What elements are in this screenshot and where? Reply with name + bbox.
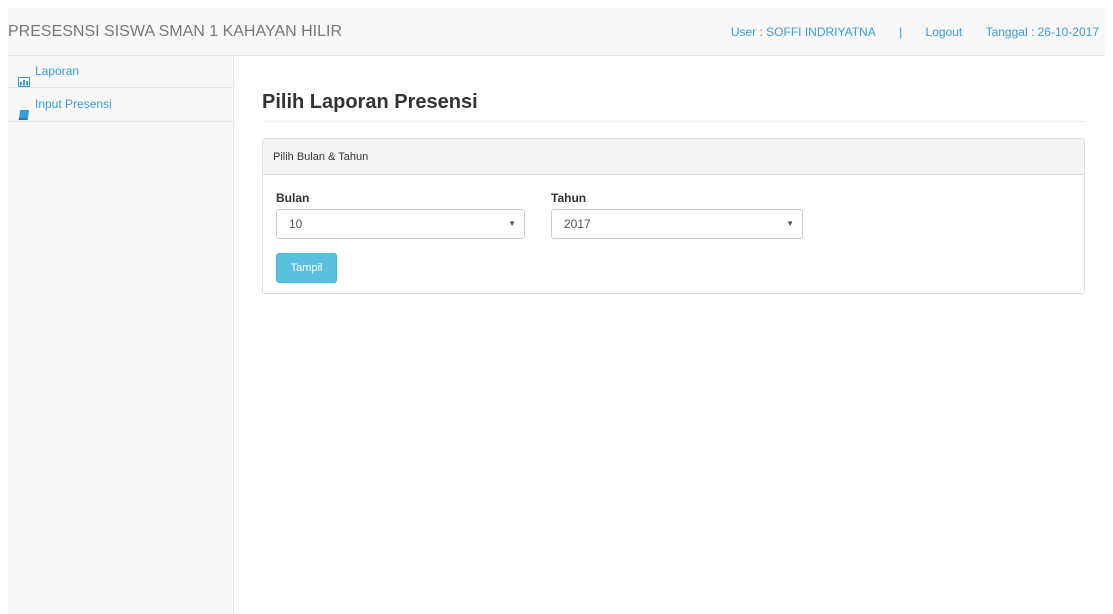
current-date: Tanggal : 26-10-2017 (985, 25, 1099, 39)
sidebar-item-input-presensi[interactable]: Input Presensi (8, 88, 233, 122)
year-label: Tahun (551, 191, 587, 205)
year-select[interactable]: 2017 ▼ (551, 209, 803, 239)
chart-icon (18, 67, 30, 87)
panel-heading: Pilih Bulan & Tahun (263, 139, 1084, 175)
top-navbar: PRESESNSI SISWA SMAN 1 KAHAYAN HILIR Use… (8, 8, 1105, 56)
logout-link[interactable]: Logout (926, 8, 963, 56)
current-user: User : SOFFI INDRIYATNA (730, 25, 876, 39)
chevron-down-icon: ▼ (508, 219, 516, 228)
page-title: Pilih Laporan Presensi (262, 90, 1085, 122)
navbar-right: User : SOFFI INDRIYATNA | Logout Tanggal… (731, 8, 1099, 56)
chevron-down-icon: ▼ (786, 219, 794, 228)
book-icon (18, 100, 30, 120)
app-brand[interactable]: PRESESNSI SISWA SMAN 1 KAHAYAN HILIR (8, 8, 342, 56)
sidebar-item-label: Input Presensi (35, 97, 112, 111)
month-select-value: 10 (289, 217, 303, 231)
month-label: Bulan (276, 191, 310, 205)
show-button[interactable]: Tampil (276, 253, 337, 283)
sidebar-item-laporan[interactable]: Laporan (8, 56, 233, 88)
filter-panel: Pilih Bulan & Tahun Bulan 10 ▼ Tahun 201… (262, 138, 1085, 294)
sidebar-item-label: Laporan (35, 64, 80, 78)
year-select-value: 2017 (564, 217, 591, 231)
nav-separator: | (899, 25, 903, 39)
month-select[interactable]: 10 ▼ (276, 209, 525, 239)
sidebar: Laporan Input Presensi (8, 56, 234, 614)
